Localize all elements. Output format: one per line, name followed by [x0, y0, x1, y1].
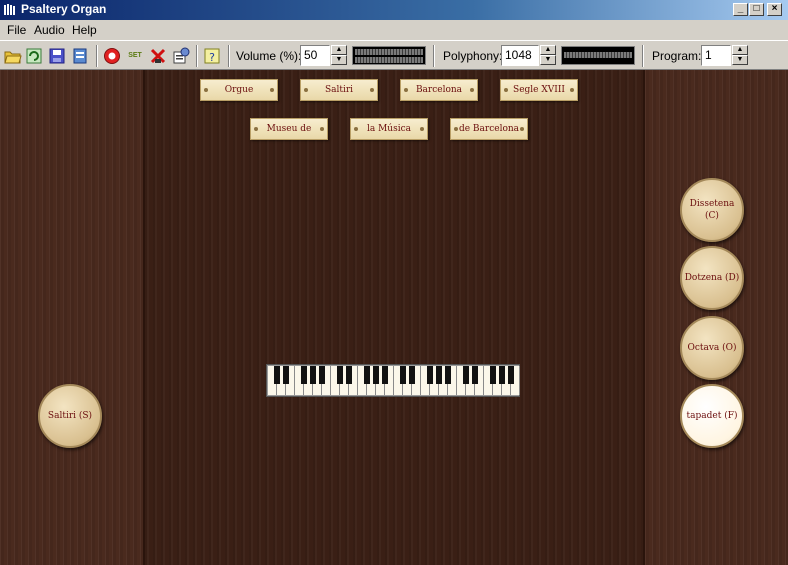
black-key[interactable] [283, 366, 289, 384]
black-key[interactable] [490, 366, 496, 384]
svg-text:?: ? [209, 51, 215, 64]
toolbar-separator [196, 45, 198, 67]
volume-input[interactable]: 50 [300, 45, 330, 66]
black-key[interactable] [409, 366, 415, 384]
name-plaque: la Música [350, 118, 428, 140]
name-plaque: Orgue [200, 79, 278, 101]
settings-icon[interactable] [172, 47, 190, 65]
black-key[interactable] [436, 366, 442, 384]
stop-tapadet[interactable]: tapadet (F) [680, 384, 744, 448]
left-stop-jamb [0, 70, 145, 565]
toolbar-separator [642, 45, 644, 67]
maximize-button[interactable]: □ [749, 3, 764, 16]
name-plaque: Museu de [250, 118, 328, 140]
black-key[interactable] [301, 366, 307, 384]
minimize-button[interactable]: _ [733, 3, 748, 16]
black-key[interactable] [319, 366, 325, 384]
black-key[interactable] [445, 366, 451, 384]
black-key[interactable] [337, 366, 343, 384]
title-bar: Psaltery Organ _ □ × [0, 0, 788, 20]
window-title: Psaltery Organ [21, 2, 107, 16]
toolbar-separator [96, 45, 98, 67]
volume-spinner[interactable]: ▲ ▼ [331, 45, 347, 66]
stop-label: Octava (O) [687, 343, 737, 353]
black-key[interactable] [463, 366, 469, 384]
black-key[interactable] [427, 366, 433, 384]
organ-console: Orgue Saltiri Barcelona Segle XVIII Muse… [0, 70, 788, 565]
black-key[interactable] [382, 366, 388, 384]
menu-help[interactable]: Help [72, 23, 97, 37]
program-label: Program: [652, 49, 702, 63]
center-panel [145, 70, 643, 565]
menu-audio[interactable]: Audio [34, 23, 65, 37]
polyphony-input[interactable]: 1048 [501, 45, 539, 66]
record-icon[interactable] [103, 47, 121, 65]
stop-octava[interactable]: Octava (O) [680, 316, 744, 380]
help-icon[interactable]: ? [203, 47, 221, 65]
stop-saltiri[interactable]: Saltiri (S) [38, 384, 102, 448]
stop-label: (C) [705, 211, 719, 221]
black-key[interactable] [499, 366, 505, 384]
toolbar: SET ? Volume (%): 50 ▲ ▼ Polyphony: 1048 … [0, 40, 788, 70]
name-plaque: Barcelona [400, 79, 478, 101]
stop-label: Dissetena [689, 199, 735, 209]
toolbar-separator [433, 45, 435, 67]
save-icon[interactable] [48, 47, 66, 65]
organ-pipes-icon [4, 4, 15, 15]
toolbar-separator [228, 45, 230, 67]
stop-label: Dotzena (D) [684, 273, 740, 283]
black-key[interactable] [508, 366, 514, 384]
stop-dissetena[interactable]: Dissetena (C) [680, 178, 744, 242]
polyphony-meter [561, 46, 635, 65]
close-button[interactable]: × [767, 3, 782, 16]
black-key[interactable] [274, 366, 280, 384]
black-key[interactable] [472, 366, 478, 384]
panic-icon[interactable] [149, 47, 167, 65]
stop-label: tapadet (F) [686, 411, 738, 421]
volume-label: Volume (%): [236, 49, 302, 63]
set-icon[interactable]: SET [126, 47, 144, 65]
name-plaque: Saltiri [300, 79, 378, 101]
properties-icon[interactable] [71, 47, 89, 65]
stop-dotzena[interactable]: Dotzena (D) [680, 246, 744, 310]
name-plaque: de Barcelona [450, 118, 528, 140]
menu-bar: File Audio Help [0, 20, 788, 39]
black-key[interactable] [346, 366, 352, 384]
black-key[interactable] [373, 366, 379, 384]
polyphony-label: Polyphony: [443, 49, 503, 63]
reload-icon[interactable] [25, 47, 43, 65]
black-key[interactable] [364, 366, 370, 384]
open-icon[interactable] [4, 47, 22, 65]
keyboard[interactable] [266, 364, 520, 397]
menu-file[interactable]: File [7, 23, 26, 37]
polyphony-spinner[interactable]: ▲ ▼ [540, 45, 556, 66]
stop-label: Saltiri (S) [47, 411, 93, 421]
black-key[interactable] [400, 366, 406, 384]
program-input[interactable]: 1 [701, 45, 731, 66]
program-spinner[interactable]: ▲ ▼ [732, 45, 748, 66]
name-plaque: Segle XVIII [500, 79, 578, 101]
black-key[interactable] [310, 366, 316, 384]
volume-meter [352, 46, 426, 65]
